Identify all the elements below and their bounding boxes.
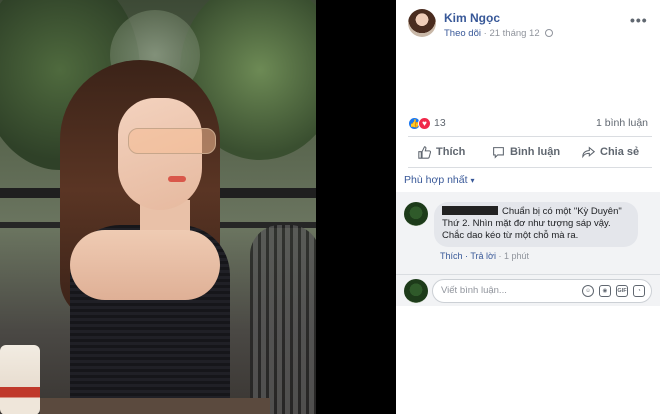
comment-reply-link[interactable]: Trả lời: [470, 251, 496, 261]
comments-section: Chuẩn bị có một "Kỳ Duyên" Thứ 2. Nhìn m…: [396, 192, 660, 274]
camera-icon[interactable]: ◉: [599, 285, 611, 297]
comment-text-line2: Thứ 2. Nhìn mặt đơ như tượng sáp vậy.: [442, 218, 611, 229]
thumbs-up-icon: [418, 145, 431, 159]
divider: [408, 136, 652, 137]
post-header: Kim Ngọc Theo dõi · 21 tháng 12 •••: [408, 8, 652, 44]
post-timestamp[interactable]: 21 tháng 12: [489, 28, 539, 39]
photo-cup: [0, 345, 40, 414]
sticker-icon[interactable]: ◔: [633, 285, 645, 297]
share-button[interactable]: Chia sẻ: [582, 139, 639, 165]
author-name[interactable]: Kim Ngọc: [444, 11, 500, 25]
author-avatar[interactable]: [408, 9, 436, 37]
sort-label: Phù hợp nhất: [404, 174, 468, 186]
like-label: Thích: [436, 146, 466, 158]
post-side-panel: Kim Ngọc Theo dõi · 21 tháng 12 ••• 👍 ♥ …: [396, 0, 660, 414]
photo-chair: [250, 225, 316, 414]
meta-separator: ·: [483, 28, 487, 39]
comment-bubble: Chuẩn bị có một "Kỳ Duyên" Thứ 2. Nhìn m…: [434, 202, 638, 247]
love-reaction-icon[interactable]: ♥: [418, 117, 431, 130]
emoji-icon[interactable]: ☺: [582, 285, 594, 297]
comment-input-placeholder: Viết bình luận...: [441, 285, 507, 296]
photo-glasses: [128, 128, 216, 154]
comment-text-line3: Chắc dao kéo từ một chỗ mà ra.: [442, 230, 579, 241]
post-photo[interactable]: [0, 0, 316, 414]
caret-down-icon: ▾: [470, 176, 475, 185]
comment-button[interactable]: Bình luận: [492, 139, 560, 165]
comment-time[interactable]: 1 phút: [504, 251, 529, 261]
reaction-count[interactable]: 13: [434, 117, 446, 129]
photo-face: [118, 98, 202, 210]
post-actions: Thích Bình luận Chia sẻ: [408, 139, 652, 165]
redacted-commenter-name: [442, 206, 498, 215]
photo-table: [40, 398, 270, 414]
comment-icon: [493, 146, 504, 159]
comment-actions: Thích · Trả lời · 1 phút: [440, 251, 529, 261]
comment-input[interactable]: Viết bình luận... ☺ ◉ GIF ◔: [432, 279, 652, 303]
comment-dot: ·: [498, 251, 502, 261]
post-viewer: Kim Ngọc Theo dõi · 21 tháng 12 ••• 👍 ♥ …: [0, 0, 660, 414]
comment-text-line1: Chuẩn bị có một "Kỳ Duyên": [502, 206, 622, 217]
comment-sort-dropdown[interactable]: Phù hợp nhất ▾: [404, 174, 474, 186]
lightbox-gap: [316, 0, 396, 414]
comment-label: Bình luận: [510, 146, 561, 158]
share-icon: [582, 145, 595, 158]
post-meta: Theo dõi · 21 tháng 12: [444, 28, 554, 39]
reactions-bar: 👍 ♥ 13 1 bình luận: [408, 116, 652, 132]
more-options-icon[interactable]: •••: [630, 12, 648, 28]
follow-link[interactable]: Theo dõi: [444, 28, 481, 39]
divider: [408, 167, 652, 168]
comment-dot: ·: [465, 251, 469, 261]
like-button[interactable]: Thích: [418, 139, 465, 165]
photo-arms: [70, 230, 220, 300]
gif-icon[interactable]: GIF: [616, 285, 628, 297]
photo-lips: [168, 176, 186, 182]
share-label: Chia sẻ: [600, 146, 640, 158]
comment-count[interactable]: 1 bình luận: [596, 117, 648, 129]
comment-like-link[interactable]: Thích: [440, 251, 463, 261]
comment-composer: Viết bình luận... ☺ ◉ GIF ◔: [396, 274, 660, 306]
commenter-avatar[interactable]: [404, 202, 428, 226]
current-user-avatar: [404, 279, 428, 303]
composer-icons: ☺ ◉ GIF ◔: [582, 285, 645, 297]
globe-icon: [545, 29, 554, 37]
